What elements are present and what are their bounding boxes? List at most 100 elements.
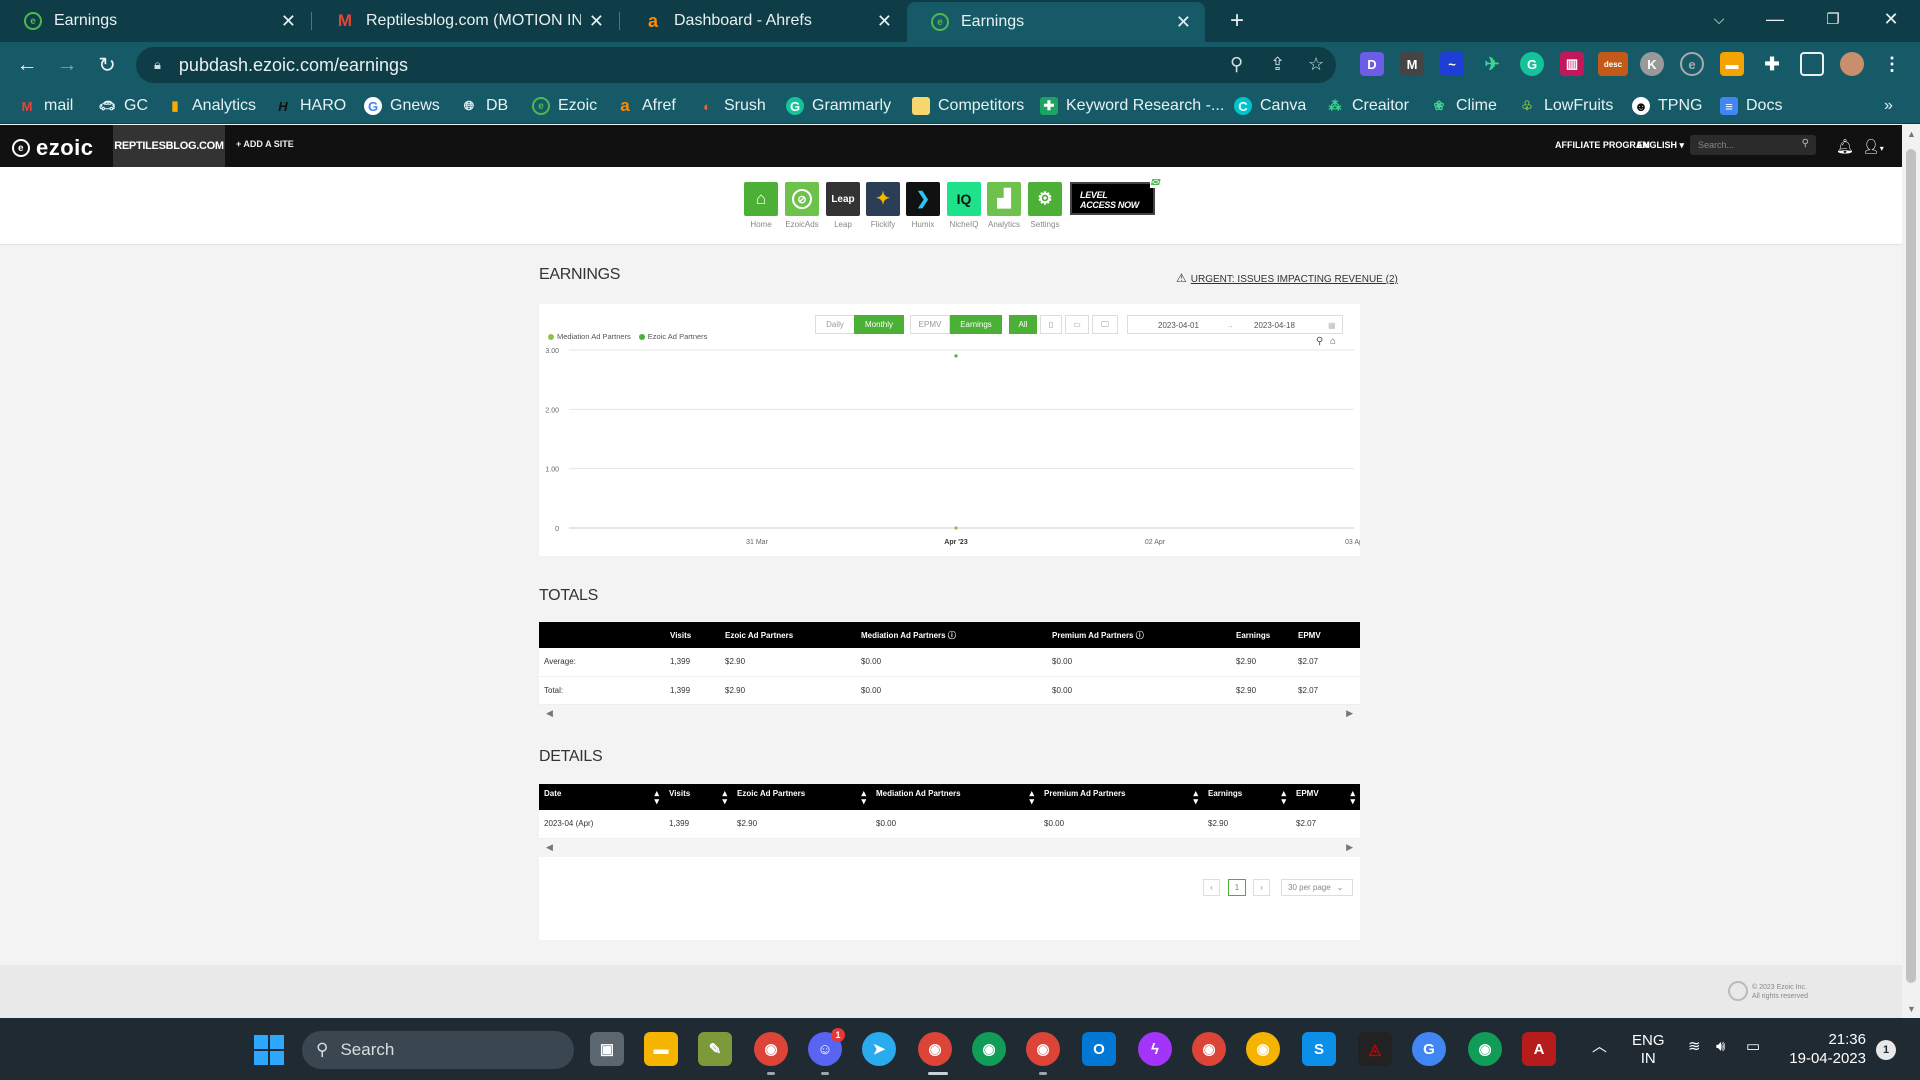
google-app-icon[interactable]: G: [1412, 1032, 1446, 1066]
tab-search-chevron-icon[interactable]: ⌵: [1690, 0, 1748, 38]
bookmark-lowfruits[interactable]: ♧ LowFruits: [1518, 94, 1613, 118]
per-page-select[interactable]: 30 per page ⌄: [1281, 879, 1353, 896]
date-range-picker[interactable]: 2023-04-01 → 2023-04-18 ▦: [1127, 315, 1343, 334]
mobile-device-icon[interactable]: ▯: [1040, 315, 1062, 334]
messenger-icon[interactable]: ϟ: [1138, 1032, 1172, 1066]
side-panel-icon[interactable]: [1800, 52, 1824, 76]
next-page-icon[interactable]: ›: [1253, 879, 1270, 896]
app-humix[interactable]: ❯ Humix: [906, 182, 940, 229]
acer-icon[interactable]: ◬: [1358, 1032, 1392, 1066]
horizontal-scrollbar[interactable]: ◀ ▶: [539, 704, 1360, 723]
chrome-alt-icon[interactable]: ◉: [972, 1032, 1006, 1066]
scroll-down-icon[interactable]: ▼: [1907, 1004, 1916, 1014]
bookmark-competitors[interactable]: Competitors: [912, 94, 1024, 118]
extension-chart-icon[interactable]: ▥: [1560, 52, 1584, 76]
app-ezoicads[interactable]: ⊘ EzoicAds: [785, 182, 819, 229]
minimize-icon[interactable]: —: [1746, 0, 1804, 38]
close-icon[interactable]: ✕: [877, 11, 892, 32]
forward-arrow-icon[interactable]: →: [52, 50, 82, 80]
more-menu-icon[interactable]: ⋮: [1880, 52, 1904, 76]
bookmark-keyword-research[interactable]: ✚ Keyword Research -...: [1040, 94, 1224, 118]
bookmark-afref[interactable]: a Afref: [616, 94, 676, 118]
site-selector-button[interactable]: REPTILESBLOG.COM: [113, 125, 225, 167]
extension-d-icon[interactable]: D: [1360, 52, 1384, 76]
bookmark-tpng[interactable]: ☻ TPNG: [1632, 94, 1702, 118]
notepad-icon[interactable]: ✎: [698, 1032, 732, 1066]
new-tab-button[interactable]: +: [1222, 6, 1252, 36]
bookmark-creaitor[interactable]: ⁂ Creaitor: [1326, 94, 1409, 118]
extension-hummingbird-icon[interactable]: ✈: [1480, 52, 1504, 76]
user-icon[interactable]: 👤︎▾: [1862, 138, 1884, 155]
level-access-banner[interactable]: LEVEL ACCESS NOW ✉: [1070, 178, 1159, 215]
prev-page-icon[interactable]: ‹: [1203, 879, 1220, 896]
scrollbar-thumb[interactable]: [1906, 149, 1916, 983]
add-site-link[interactable]: + ADD A SITE: [236, 139, 294, 149]
chrome-icon[interactable]: ◉: [754, 1032, 788, 1066]
details-col-epmv[interactable]: EPMV ▴ ▾: [1291, 784, 1360, 810]
scroll-right-icon[interactable]: ▶: [1346, 842, 1353, 853]
tab-reptilesblog[interactable]: M Reptilesblog.com (MOTION INVE ✕: [312, 0, 618, 42]
bookmark-analytics[interactable]: ▮ Analytics: [166, 94, 256, 118]
address-bar[interactable]: 🔒︎ pubdash.ezoic.com/earnings ⚲ ⇪ ☆: [136, 47, 1336, 83]
app-flickify[interactable]: ✦ Flickify: [866, 182, 900, 229]
page-vertical-scrollbar[interactable]: ▲ ▼: [1902, 125, 1920, 1018]
bookmark-gc[interactable]: 🚗︎ GC: [98, 94, 148, 118]
bookmark-gnews[interactable]: G Gnews: [364, 94, 440, 118]
close-icon[interactable]: ✕: [281, 11, 296, 32]
battery-icon[interactable]: ▭: [1746, 1038, 1760, 1056]
bookmark-ezoic[interactable]: e Ezoic: [532, 94, 597, 118]
windows-start-icon[interactable]: [254, 1035, 284, 1065]
bookmark-star-icon[interactable]: ☆: [1308, 54, 1324, 75]
chrome-profile-5-icon[interactable]: ◉: [1468, 1032, 1502, 1066]
file-explorer-icon[interactable]: ▬: [644, 1032, 678, 1066]
daily-toggle[interactable]: Daily: [815, 315, 855, 334]
telegram-icon[interactable]: ➤: [862, 1032, 896, 1066]
extension-k-icon[interactable]: K: [1640, 52, 1664, 76]
ezoic-logo[interactable]: e ezoic: [12, 135, 94, 161]
profile-avatar-icon[interactable]: [1840, 52, 1864, 76]
app-home[interactable]: ⌂ Home: [744, 182, 778, 229]
bookmark-db[interactable]: 🌐︎ DB: [460, 94, 508, 118]
epmv-toggle[interactable]: EPMV: [910, 315, 950, 334]
bookmark-haro[interactable]: H HARO: [274, 94, 346, 118]
extension-card-icon[interactable]: ▬: [1720, 52, 1744, 76]
all-devices-toggle[interactable]: All: [1009, 315, 1037, 334]
scroll-up-icon[interactable]: ▲: [1907, 129, 1916, 139]
ezoic-search-input[interactable]: Search... ⚲: [1690, 135, 1816, 155]
details-col-ezoic[interactable]: Ezoic Ad Partners ▴ ▾: [732, 784, 871, 810]
bookmark-grammarly[interactable]: G Grammarly: [786, 94, 891, 118]
reload-icon[interactable]: ↻: [92, 50, 122, 80]
desktop-device-icon[interactable]: 🖵︎: [1092, 315, 1118, 334]
extensions-puzzle-icon[interactable]: ✚: [1760, 52, 1784, 76]
earnings-toggle[interactable]: Earnings: [950, 315, 1002, 334]
bookmark-clime[interactable]: ❀ Clime: [1430, 94, 1497, 118]
skype-icon[interactable]: S: [1302, 1032, 1336, 1066]
affiliate-program-link[interactable]: AFFILIATE PROGRAM: [1555, 140, 1650, 150]
taskbar-search[interactable]: ⚲ Search: [302, 1031, 574, 1069]
details-col-mediation[interactable]: Mediation Ad Partners ▴ ▾: [871, 784, 1039, 810]
share-icon[interactable]: ⇪: [1270, 54, 1285, 75]
volume-icon[interactable]: 🔊︎: [1716, 1038, 1725, 1056]
tablet-device-icon[interactable]: ▭: [1065, 315, 1089, 334]
extension-wave-icon[interactable]: ~: [1440, 52, 1464, 76]
tab-earnings-active[interactable]: e Earnings ✕: [907, 2, 1205, 42]
notification-badge[interactable]: 1: [1876, 1040, 1896, 1060]
horizontal-scrollbar[interactable]: ◀ ▶: [539, 838, 1360, 857]
system-clock[interactable]: 21:36 19-04-2023: [1786, 1030, 1866, 1068]
close-icon[interactable]: ✕: [589, 11, 604, 32]
legend-item-ezoic[interactable]: Ezoic Ad Partners: [638, 332, 707, 341]
acrobat-icon[interactable]: A: [1522, 1032, 1556, 1066]
extension-m-icon[interactable]: M: [1400, 52, 1424, 76]
app-settings[interactable]: ⚙ Settings: [1028, 182, 1062, 229]
chrome-profile-2-icon[interactable]: ◉: [1026, 1032, 1060, 1066]
bell-icon[interactable]: 🔔︎: [1836, 138, 1854, 155]
details-col-visits[interactable]: Visits ▴ ▾: [664, 784, 732, 810]
restore-icon[interactable]: ❐: [1804, 0, 1862, 38]
grammarly-extension-icon[interactable]: G: [1520, 52, 1544, 76]
bookmark-srush[interactable]: ◐ Srush: [698, 94, 766, 118]
close-icon[interactable]: ✕: [1176, 12, 1191, 33]
wifi-icon[interactable]: ≋: [1688, 1038, 1701, 1056]
chrome-profile-3-icon[interactable]: ◉: [1192, 1032, 1226, 1066]
bookmark-canva[interactable]: C Canva: [1234, 94, 1306, 118]
help-icon[interactable]: ⓘ: [948, 631, 956, 640]
